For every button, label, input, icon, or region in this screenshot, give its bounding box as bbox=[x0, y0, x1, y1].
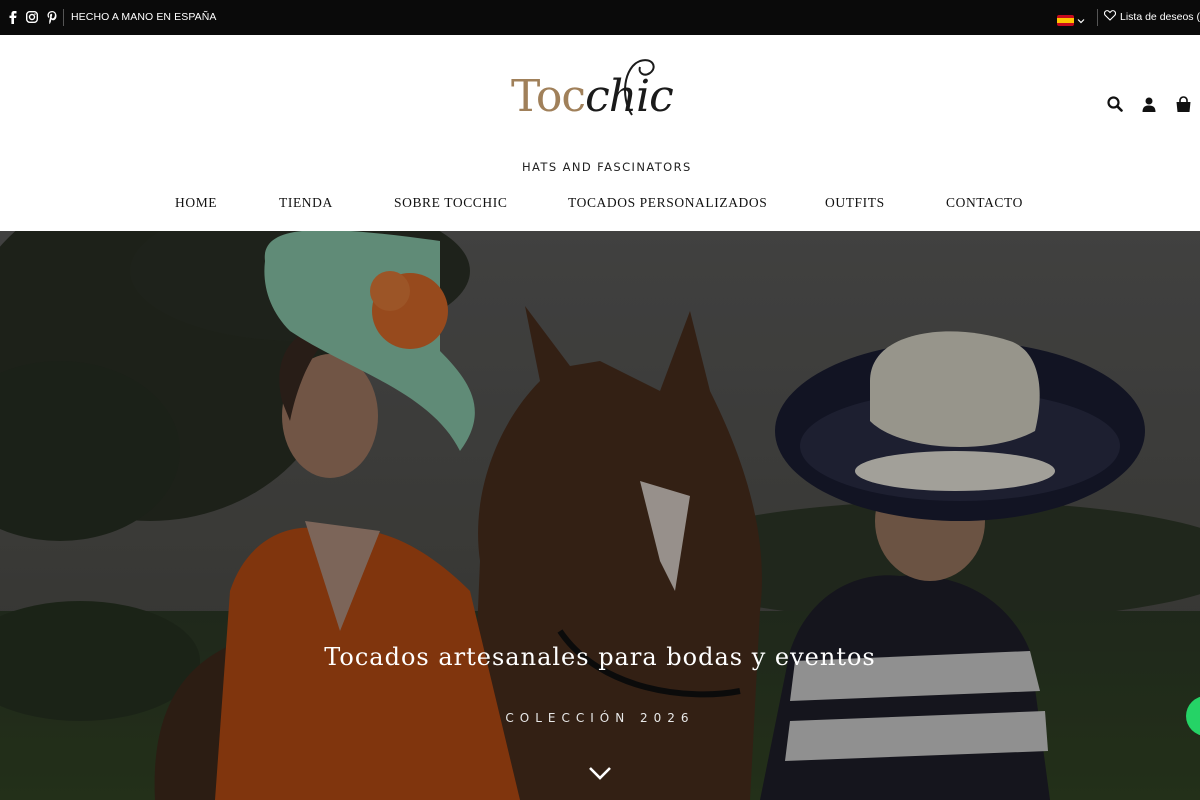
search-icon[interactable] bbox=[1106, 95, 1124, 113]
handmade-text: HECHO A MANO EN ESPAÑA bbox=[71, 11, 217, 23]
logo-tagline: HATS AND FASCINATORS bbox=[522, 160, 692, 174]
wishlist-label: Lista de deseos (0) bbox=[1120, 11, 1200, 23]
pinterest-icon[interactable] bbox=[44, 9, 60, 25]
nav-item-outfits[interactable]: OUTFITS bbox=[825, 195, 885, 211]
logo-word-part2: chic bbox=[585, 71, 674, 122]
social-links bbox=[4, 9, 60, 25]
es-flag-icon bbox=[1057, 14, 1074, 26]
chevron-down-icon bbox=[1077, 11, 1085, 29]
hero-headline: Tocados artesanales para bodas y eventos bbox=[324, 643, 876, 671]
shopping-bag-icon[interactable] bbox=[1174, 95, 1192, 113]
nav-item-tienda[interactable]: TIENDA bbox=[279, 195, 333, 211]
nav-item-contacto[interactable]: CONTACTO bbox=[946, 195, 1023, 211]
heart-icon bbox=[1103, 10, 1117, 24]
topbar-divider bbox=[63, 9, 64, 26]
language-selector[interactable] bbox=[1057, 11, 1085, 29]
logo[interactable]: Tocchic HATS AND FASCINATORS bbox=[500, 57, 700, 174]
main-nav: HOME TIENDA SOBRE TOCCHIC TOCADOS PERSON… bbox=[0, 195, 1200, 215]
wishlist-link[interactable]: Lista de deseos (0) bbox=[1103, 10, 1200, 24]
nav-item-tocados-personalizados[interactable]: TOCADOS PERSONALIZADOS bbox=[568, 195, 767, 211]
user-icon[interactable] bbox=[1140, 95, 1158, 113]
nav-item-sobre-tocchic[interactable]: SOBRE TOCCHIC bbox=[394, 195, 507, 211]
site-header: Tocchic HATS AND FASCINATORS HOME TIENDA… bbox=[0, 35, 1200, 231]
hero-banner: Tocados artesanales para bodas y eventos… bbox=[0, 231, 1200, 800]
nav-item-home[interactable]: HOME bbox=[175, 195, 217, 211]
header-icons bbox=[1106, 95, 1192, 113]
instagram-icon[interactable] bbox=[24, 9, 40, 25]
logo-wordmark: Tocchic bbox=[511, 75, 674, 119]
scroll-down-chevron-icon[interactable] bbox=[588, 765, 612, 781]
topbar-divider bbox=[1097, 9, 1098, 26]
top-bar: HECHO A MANO EN ESPAÑA Lista de deseos (… bbox=[0, 0, 1200, 35]
logo-word-part1: Toc bbox=[511, 71, 586, 122]
facebook-icon[interactable] bbox=[4, 9, 20, 25]
hero-collection-label: COLECCIÓN 2026 bbox=[505, 711, 695, 725]
